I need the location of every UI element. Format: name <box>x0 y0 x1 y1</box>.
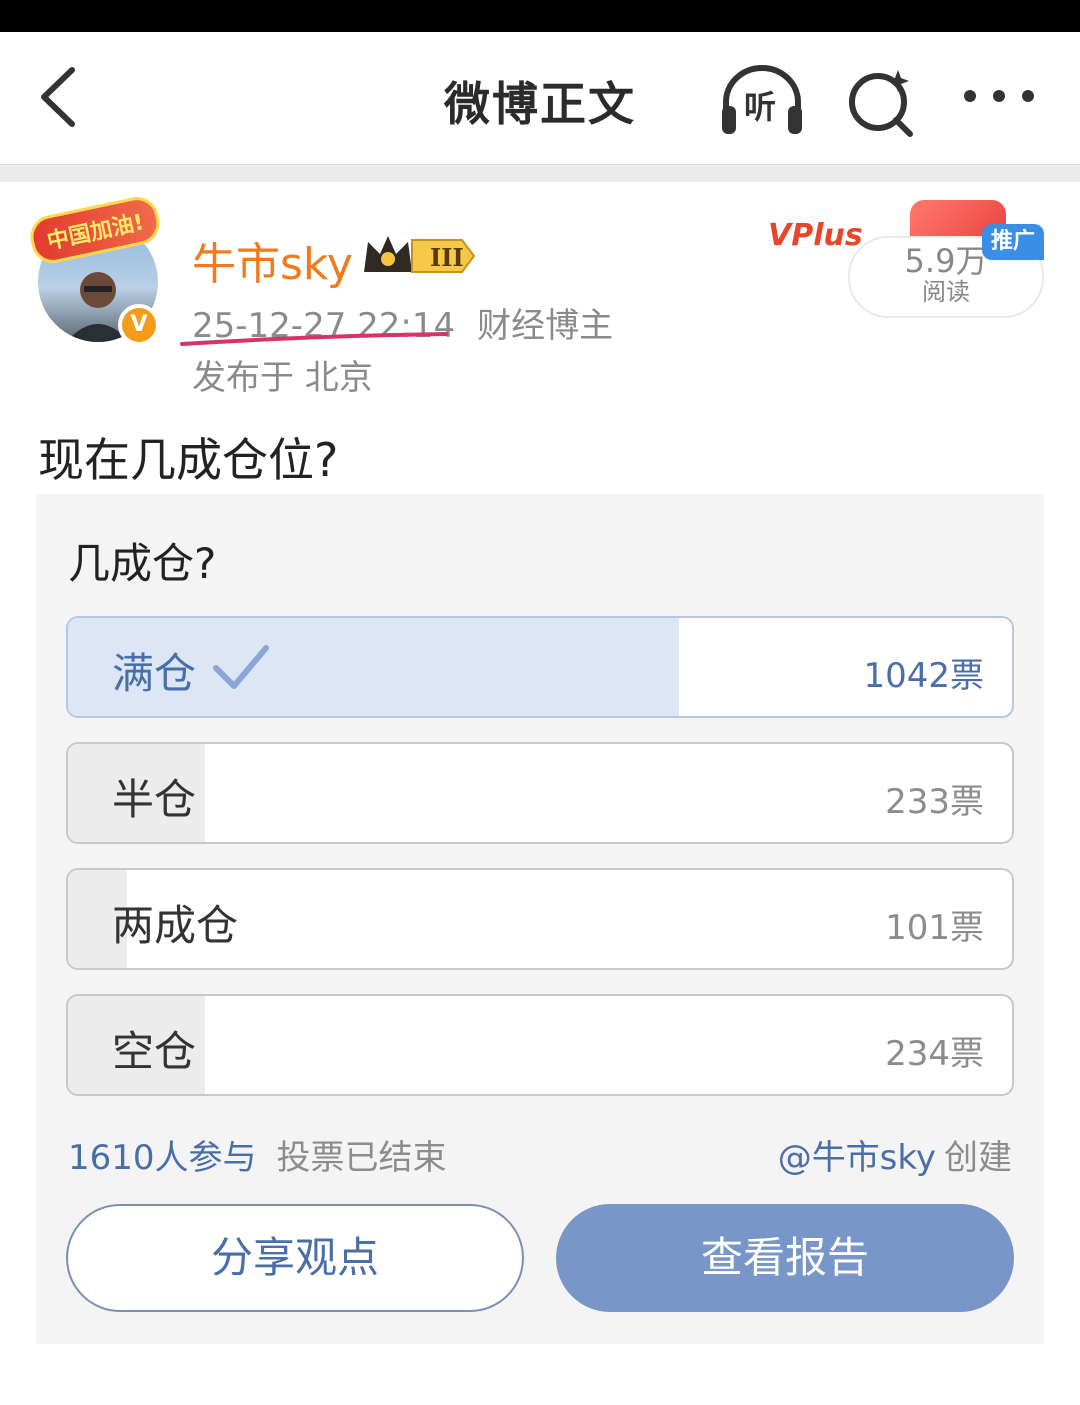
poll-option-label: 满仓 <box>112 649 197 698</box>
promo-badge: 推广 <box>982 224 1044 260</box>
poll-summary: 1610人参与 投票已结束 <box>68 1130 447 1179</box>
member-crown-icon[interactable]: III <box>360 232 476 278</box>
promo-widget[interactable]: VPlus 5.9万 阅读 推广 <box>764 196 1044 320</box>
top-navbar: 微博正文 听 <box>0 32 1080 164</box>
search-icon[interactable] <box>846 66 918 138</box>
share-opinion-button[interactable]: 分享观点 <box>66 1204 524 1312</box>
listen-button[interactable]: 听 <box>716 62 808 138</box>
poll-option[interactable]: 半仓 233票 <box>66 742 1014 844</box>
verified-badge-icon: V <box>118 304 160 346</box>
poll-option-label: 两成仓 <box>112 901 239 950</box>
poll-status: 投票已结束 <box>276 1138 447 1178</box>
view-report-button[interactable]: 查看报告 <box>556 1204 1014 1312</box>
post-location: 发布于 北京 <box>192 358 373 398</box>
post-body: 现在几成仓位? <box>38 433 339 487</box>
section-divider <box>0 164 1080 182</box>
author-category: 财经博主 <box>477 306 614 346</box>
poll-option-label: 空仓 <box>112 1027 197 1076</box>
poll-creator-link[interactable]: @牛市sky <box>778 1138 936 1178</box>
poll-option[interactable]: 满仓 1042票 <box>66 616 1014 718</box>
handdrawn-underline <box>180 332 448 346</box>
author-name[interactable]: 牛市sky <box>192 228 353 292</box>
poll-participants[interactable]: 1610人参与 <box>68 1138 257 1178</box>
vplus-logo: VPlus <box>768 218 863 253</box>
page-title: 微博正文 <box>444 77 636 131</box>
poll-option[interactable]: 空仓 234票 <box>66 994 1014 1096</box>
poll-option-votes: 101票 <box>885 908 984 948</box>
status-bar <box>0 0 1080 32</box>
poll-created-label: 创建 <box>944 1138 1012 1178</box>
member-level: III <box>430 243 464 272</box>
back-arrow-icon[interactable] <box>30 62 90 132</box>
poll-option-votes: 233票 <box>885 782 984 822</box>
poll-creator-line: @牛市sky 创建 <box>778 1130 1012 1179</box>
poll-option-label: 半仓 <box>112 775 197 824</box>
read-count-label: 阅读 <box>922 278 970 306</box>
poll-option[interactable]: 两成仓 101票 <box>66 868 1014 970</box>
poll-option-votes: 1042票 <box>863 656 984 696</box>
checkmark-icon <box>213 645 269 689</box>
poll-option-votes: 234票 <box>885 1034 984 1074</box>
more-icon[interactable] <box>960 78 1038 114</box>
poll-card: 几成仓? 满仓 1042票 半仓 233票 两成仓 101票 空仓 234票 1… <box>36 494 1044 1344</box>
poll-question: 几成仓? <box>68 539 217 588</box>
listen-label: 听 <box>744 88 777 126</box>
